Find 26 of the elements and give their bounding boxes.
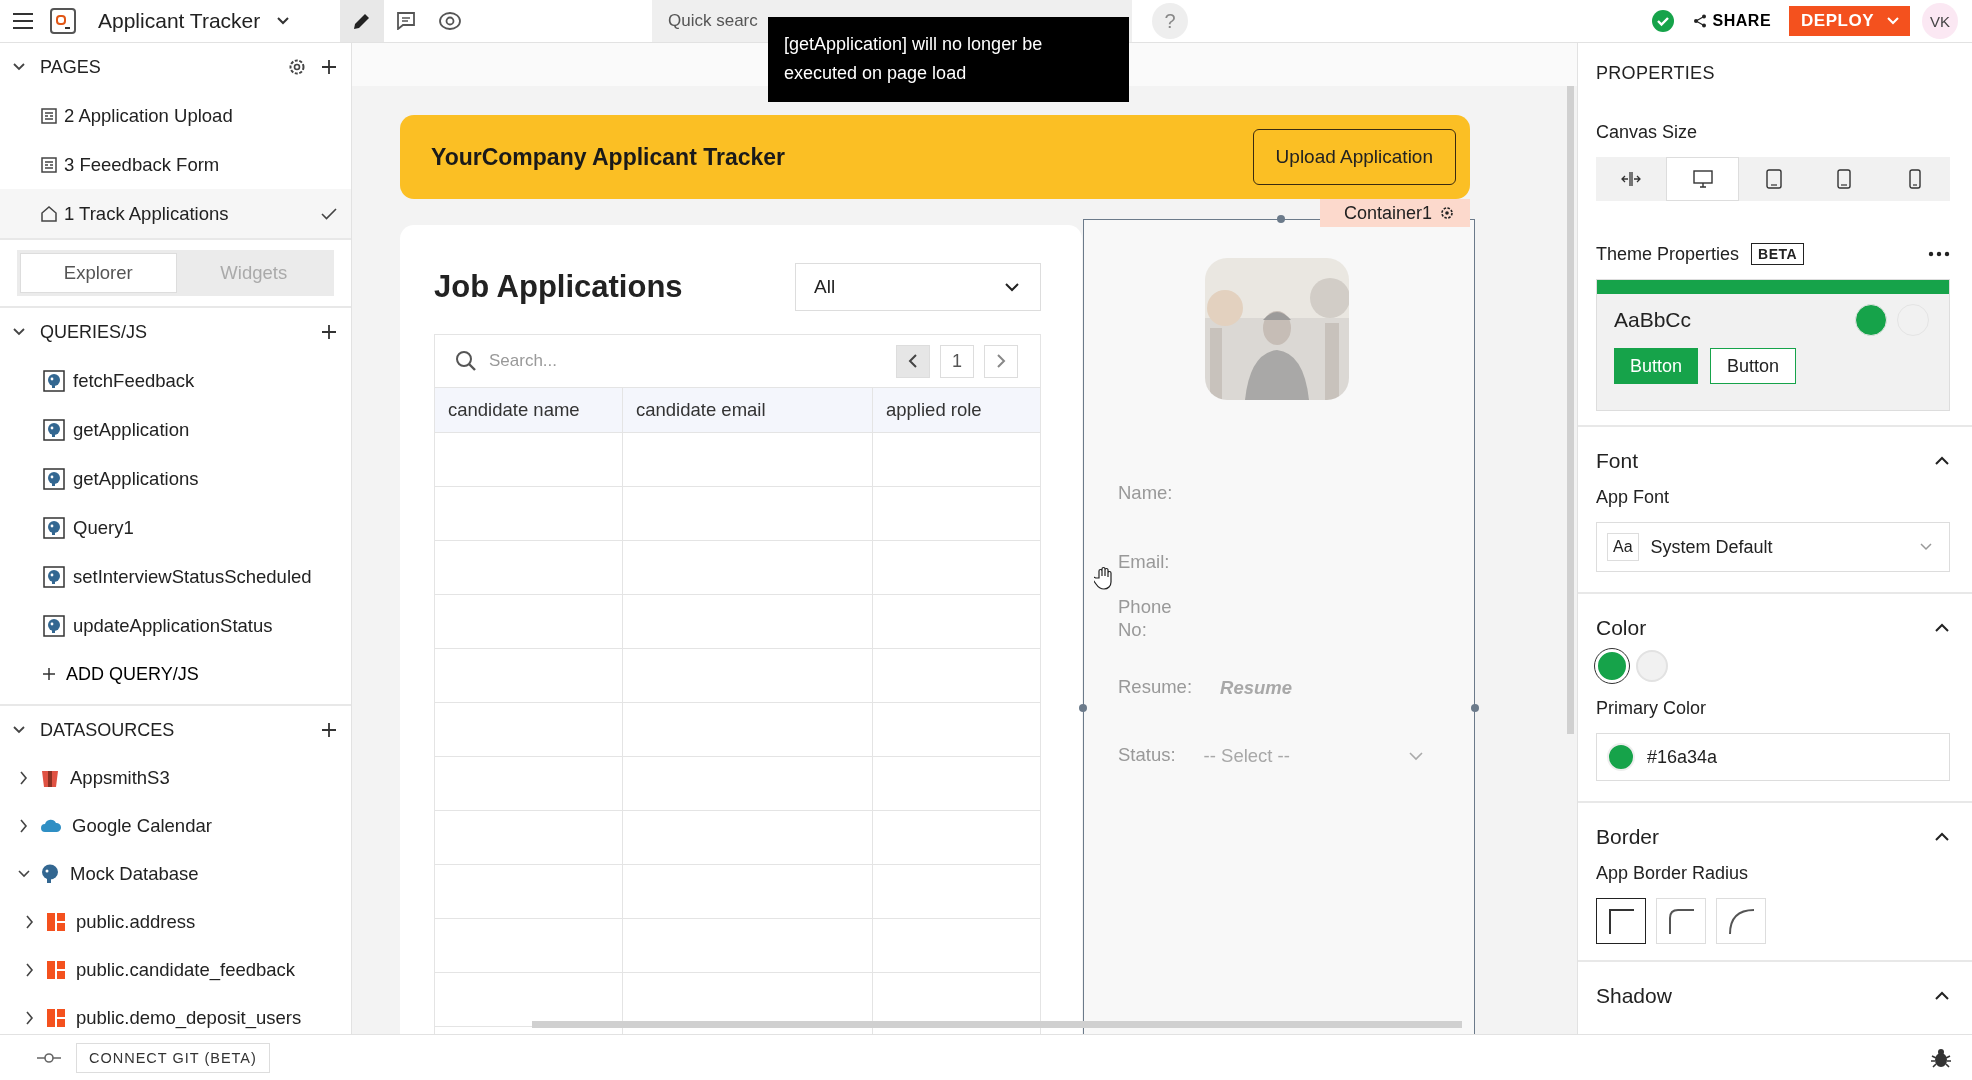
form-label: Status: xyxy=(1118,744,1176,767)
form-label: Resume: xyxy=(1118,676,1193,699)
page-number: 1 xyxy=(940,344,974,378)
card-title: Job Applications xyxy=(434,269,683,305)
beta-badge: BETA xyxy=(1751,243,1805,265)
field-label: App Border Radius xyxy=(1596,863,1750,884)
section-title: DATASOURCES xyxy=(40,719,175,741)
info-tooltip: [getApplication] will no longer be executed on page load xyxy=(768,17,1129,102)
preview-button: Button xyxy=(1710,348,1797,384)
field-label: App Font xyxy=(1596,487,1671,508)
panel-title: PROPERTIES xyxy=(1596,63,1716,84)
section-title: Font xyxy=(1596,449,1639,473)
preview-button: Button xyxy=(1614,348,1699,384)
form-label: Name: xyxy=(1118,482,1174,505)
preview-text: AaBbCc xyxy=(1614,308,1692,332)
section-title: PAGES xyxy=(40,56,101,78)
field-label: Primary Color xyxy=(1596,698,1707,719)
section-title: Color xyxy=(1596,616,1647,640)
form-label: Phone No: xyxy=(1118,595,1173,641)
section-title: QUERIES/JS xyxy=(40,321,148,343)
form-label: Email: xyxy=(1118,551,1171,574)
section-title: Border xyxy=(1596,825,1660,849)
section-title: Shadow xyxy=(1596,984,1672,1008)
field-label: Theme Properties xyxy=(1596,243,1740,265)
banner-title: YourCompany Applicant Tracker xyxy=(431,143,787,171)
field-label: Canvas Size xyxy=(1596,122,1699,143)
